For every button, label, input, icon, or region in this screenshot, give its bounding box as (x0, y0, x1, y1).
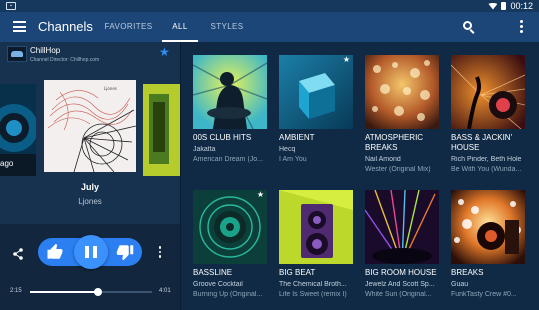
thumb-up-icon[interactable] (46, 243, 64, 261)
seek-bar[interactable] (30, 288, 152, 296)
channel-artist: Nail Amond (365, 156, 401, 163)
time-total: 4:01 (159, 288, 171, 294)
svg-text:Ljones: Ljones (104, 86, 117, 91)
channel-name: 00S CLUB HITS (193, 133, 252, 142)
page-title: Channels (38, 19, 93, 34)
channel-name: AMBIENT (279, 133, 315, 142)
more-vert-icon[interactable] (518, 20, 524, 34)
channel-artist: Jewelz And Scott Sp... (365, 281, 435, 288)
channel-song: American Dream (Jo... (193, 156, 264, 163)
channel-art (193, 55, 267, 129)
track-artist: Ljones (78, 197, 102, 206)
status-icons: 00:12 (488, 0, 533, 12)
wifi-icon (488, 2, 498, 10)
channel-director: Channel Director: Chillhop.com (30, 57, 100, 63)
star-icon: ★ (256, 190, 264, 199)
channel-song: FunkTasty Crew #0... (451, 291, 517, 298)
channel-art (451, 55, 525, 129)
pause-icon[interactable] (74, 235, 108, 269)
next-track-art[interactable] (143, 84, 180, 176)
channel-art (451, 190, 525, 264)
album-art: Ljones (44, 80, 136, 172)
channel-name: BREAKS (451, 268, 484, 277)
status-time: 00:12 (510, 1, 533, 11)
channel-name: ChillHop (30, 46, 61, 55)
channel-art (365, 190, 439, 264)
channel-name: BIG BEAT (279, 268, 316, 277)
channel-art (279, 190, 353, 264)
channel-artist: Hecq (279, 146, 296, 153)
channel-name: ATMOSPHERIC BREAKS (365, 133, 424, 152)
channel-name: BASS & JACKIN' HOUSE (451, 133, 513, 152)
previous-track-art[interactable]: ago (0, 84, 36, 176)
channel-artist: Jakatta (193, 146, 216, 153)
app-bar: Channels FAVORITES ALL STYLES (0, 12, 539, 42)
tab-all[interactable]: ALL (162, 12, 198, 42)
star-icon[interactable]: ★ (159, 46, 170, 58)
channel-logo (7, 46, 27, 62)
channel-artist: The Chemical Broth... (279, 281, 347, 288)
channel-song: I Am You (279, 156, 307, 163)
time-current: 2:15 (10, 288, 22, 294)
track-title: July (80, 182, 99, 192)
notification-icon: ▪ (6, 2, 16, 10)
channel-header: ChillHop Channel Director: Chillhop.com … (0, 42, 180, 66)
channel-artist: Rich Pinder, Beth Hole (451, 156, 522, 163)
tab-favorites[interactable]: FAVORITES (100, 12, 157, 42)
playback-controls (38, 235, 142, 269)
more-vert-icon[interactable] (157, 246, 163, 260)
channel-song: Wester (Original Mix) (365, 166, 431, 173)
channel-song: Be With You (Wunda... (451, 166, 522, 173)
battery-icon (501, 2, 507, 10)
share-icon[interactable] (13, 247, 23, 260)
status-bar: ▪ 00:12 (0, 0, 539, 12)
channel-grid: 00S CLUB HITS Jakatta American Dream (Jo… (181, 42, 539, 310)
tab-styles[interactable]: STYLES (203, 12, 251, 42)
now-playing-panel: ChillHop Channel Director: Chillhop.com … (0, 42, 180, 310)
channel-song: Burning Up (Original... (193, 291, 263, 298)
channel-art: ★ (193, 190, 267, 264)
channel-name: BIG ROOM HOUSE (365, 268, 437, 277)
previous-art-label: ago (0, 159, 14, 168)
channel-artist: Groove Cocktail (193, 281, 243, 288)
hamburger-menu-icon[interactable] (13, 21, 26, 32)
channel-art (365, 55, 439, 129)
thumb-down-icon[interactable] (116, 243, 134, 261)
star-icon: ★ (342, 55, 350, 64)
channel-artist: Guau (451, 281, 469, 288)
channel-song: Life Is Sweet (remix I) (279, 291, 347, 298)
search-icon[interactable] (462, 20, 476, 34)
channel-song: White Sun (Original... (365, 291, 432, 298)
channel-art: ★ (279, 55, 353, 129)
seek-progress (30, 291, 99, 293)
channel-name: BASSLINE (193, 268, 233, 277)
